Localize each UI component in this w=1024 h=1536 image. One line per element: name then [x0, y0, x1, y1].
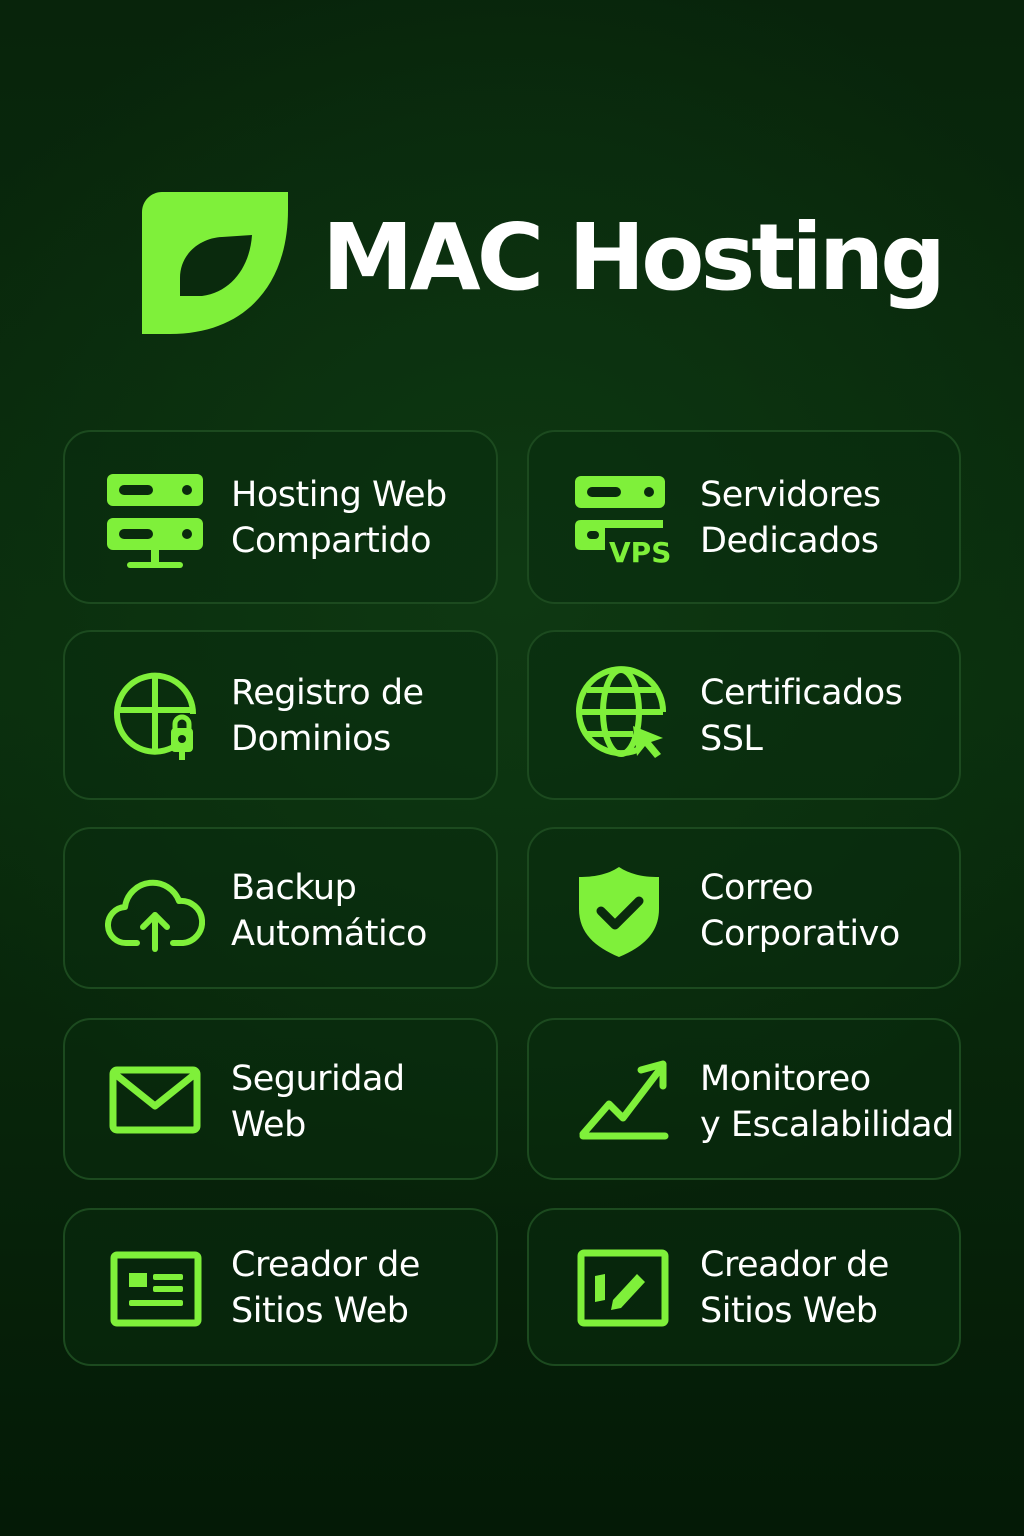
- server-network-icon: [105, 470, 205, 570]
- envelope-icon: [107, 1052, 207, 1152]
- service-card-seguridad-web[interactable]: Seguridad Web: [63, 1018, 498, 1180]
- service-label: Registro de Dominios: [231, 673, 424, 759]
- service-card-certificados-ssl[interactable]: Certificados SSL: [527, 630, 961, 800]
- service-card-monitoreo[interactable]: Monitoreo y Escalabilidad: [527, 1018, 961, 1180]
- service-label: Creador de Sitios Web: [231, 1245, 420, 1331]
- brand-name: MAC Hosting: [322, 204, 946, 311]
- service-label: Monitoreo y Escalabilidad: [700, 1059, 954, 1145]
- globe-lock-icon: [113, 666, 213, 766]
- service-card-servidores-dedicados[interactable]: VPS Servidores Dedicados: [527, 430, 961, 604]
- globe-cursor-icon: [573, 666, 673, 766]
- server-vps-icon: VPS: [573, 470, 673, 570]
- service-card-backup[interactable]: Backup Automático: [63, 827, 498, 989]
- cloud-upload-icon: [105, 861, 205, 961]
- trending-up-icon: [577, 1056, 677, 1156]
- service-card-creador-sitios-1[interactable]: Creador de Sitios Web: [63, 1208, 498, 1366]
- service-card-correo-corporativo[interactable]: Correo Corporativo: [527, 827, 961, 989]
- service-card-hosting-web[interactable]: Hosting Web Compartido: [63, 430, 498, 604]
- svg-text:VPS: VPS: [609, 536, 671, 569]
- website-edit-icon: [573, 1238, 673, 1338]
- service-label: Seguridad Web: [231, 1059, 405, 1145]
- service-label: Creador de Sitios Web: [700, 1245, 889, 1331]
- service-card-registro-dominios[interactable]: Registro de Dominios: [63, 630, 498, 800]
- service-label: Backup Automático: [231, 868, 427, 954]
- brand-header: MAC Hosting: [140, 190, 946, 340]
- shield-check-icon: [569, 863, 669, 963]
- service-card-creador-sitios-2[interactable]: Creador de Sitios Web: [527, 1208, 961, 1366]
- website-layout-icon: [107, 1238, 207, 1338]
- service-label: Servidores Dedicados: [700, 475, 881, 561]
- service-label: Correo Corporativo: [700, 868, 900, 954]
- leaf-icon: [140, 190, 290, 336]
- service-label: Hosting Web Compartido: [231, 475, 447, 561]
- service-label: Certificados SSL: [700, 673, 903, 759]
